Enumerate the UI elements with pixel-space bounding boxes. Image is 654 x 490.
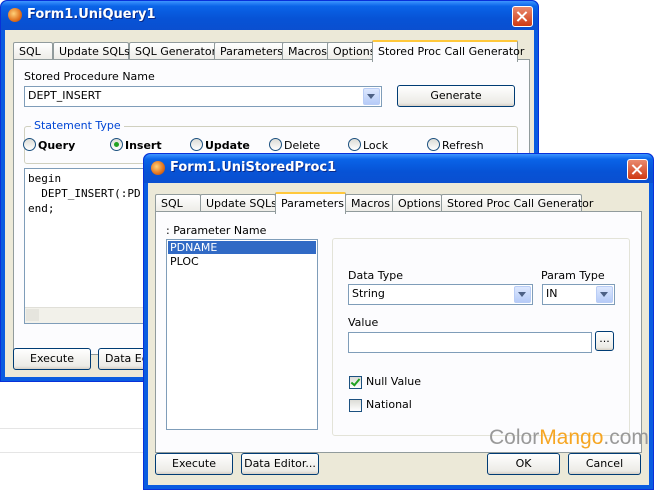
background-line (0, 428, 150, 429)
ok-button[interactable]: OK (487, 453, 560, 475)
window-title: Form1.UniStoredProc1 (170, 160, 337, 175)
value-label: Value (348, 316, 379, 329)
chevron-down-icon[interactable] (514, 286, 531, 303)
radio-update[interactable]: Update (190, 138, 250, 152)
param-type-label: Param Type (541, 269, 605, 282)
stored-procedure-name-combo[interactable]: DEPT_INSERT (24, 86, 382, 107)
tab-stored-proc-call-generator[interactable]: Stored Proc Call Generator (441, 194, 593, 212)
tab-parameters[interactable]: Parameters (275, 192, 346, 214)
data-editor-button[interactable]: Data Editor... (241, 453, 319, 475)
data-type-value: String (352, 287, 385, 300)
unistoredproc-titlebar[interactable]: Form1.UniStoredProc1 (144, 154, 653, 183)
radio-delete-label: Delete (284, 139, 321, 152)
cancel-button[interactable]: Cancel (568, 453, 641, 475)
background-line (0, 452, 150, 453)
radio-delete[interactable]: Delete (269, 138, 320, 152)
radio-lock[interactable]: Lock (348, 138, 388, 152)
uniquery-titlebar[interactable]: Form1.UniQuery1 (1, 1, 538, 30)
tab-update-sqls[interactable]: Update SQLs (200, 194, 277, 212)
tab-options[interactable]: Options (327, 42, 377, 60)
generate-button[interactable]: Generate (397, 85, 515, 107)
statement-type-label: Statement Type (31, 119, 124, 132)
list-item-ploc[interactable]: PLOC (168, 255, 316, 268)
watermark-part-1: Color (489, 426, 540, 449)
radio-query-label: Query (38, 139, 76, 152)
tab-sql[interactable]: SQL (155, 194, 201, 212)
data-type-label: Data Type (348, 269, 404, 282)
sql-memo-line-1: begin (28, 172, 62, 185)
app-icon (8, 8, 22, 22)
colormango-watermark: ColorMango.com (489, 426, 649, 450)
radio-insert[interactable]: Insert (110, 138, 162, 152)
radio-icon (269, 138, 282, 151)
radio-query[interactable]: Query (23, 138, 75, 152)
list-item-pdname[interactable]: PDNAME (168, 241, 316, 254)
execute-button[interactable]: Execute (13, 348, 91, 370)
radio-icon (190, 138, 203, 151)
parameter-properties-group: Data Type String Param Type IN Value ...… (332, 238, 630, 436)
radio-icon (427, 138, 440, 151)
param-type-combo[interactable]: IN (542, 284, 615, 305)
null-value-label: Null Value (366, 375, 422, 388)
stored-procedure-name-value: DEPT_INSERT (28, 89, 102, 102)
tab-sql-generator[interactable]: SQL Generator (129, 42, 216, 60)
close-button[interactable] (627, 159, 648, 180)
value-input[interactable] (348, 332, 592, 353)
tab-parameters[interactable]: Parameters (214, 42, 286, 60)
tab-macros[interactable]: Macros (345, 194, 394, 212)
null-value-checkbox[interactable] (349, 376, 362, 389)
parameter-list[interactable]: PDNAME PLOC (166, 239, 318, 430)
sql-memo-line-2: DEPT_INSERT(:PD (28, 187, 141, 200)
window-title: Form1.UniQuery1 (27, 7, 156, 22)
radio-icon (23, 138, 36, 151)
sql-memo-line-3: end; (28, 202, 55, 215)
close-button[interactable] (512, 6, 533, 27)
radio-refresh[interactable]: Refresh (427, 138, 484, 152)
national-label: National (366, 398, 412, 411)
radio-refresh-label: Refresh (442, 139, 484, 152)
chevron-down-icon[interactable] (596, 286, 613, 303)
tab-sql[interactable]: SQL (13, 42, 53, 60)
radio-update-label: Update (205, 139, 250, 152)
tab-options[interactable]: Options (392, 194, 442, 212)
national-checkbox[interactable] (349, 399, 362, 412)
param-type-value: IN (546, 287, 558, 300)
watermark-part-2: Mango (539, 426, 604, 449)
radio-icon (348, 138, 361, 151)
tab-update-sqls[interactable]: Update SQLs (53, 42, 130, 60)
watermark-part-3: .com (603, 426, 649, 449)
radio-selected-icon (110, 138, 123, 151)
stored-procedure-name-label: Stored Procedure Name (24, 70, 155, 83)
unistoredproc-tabs: SQL Update SQLs Parameters Macros Option… (155, 192, 640, 214)
radio-insert-label: Insert (125, 139, 162, 152)
tab-stored-proc-call-generator[interactable]: Stored Proc Call Generator (372, 40, 524, 62)
parameter-name-header: : Parameter Name (166, 224, 267, 237)
browse-button[interactable]: ... (595, 331, 614, 351)
uniquery-tabs: SQL Update SQLs SQL Generator Parameters… (13, 40, 528, 62)
chevron-down-icon[interactable] (363, 88, 380, 105)
radio-lock-label: Lock (363, 139, 389, 152)
execute-button[interactable]: Execute (155, 453, 233, 475)
scroll-left-icon[interactable] (26, 309, 39, 321)
parameters-tab-panel: : Parameter Name PDNAME PLOC Data Type S… (155, 211, 642, 453)
data-type-combo[interactable]: String (348, 284, 533, 305)
app-icon (151, 161, 165, 175)
tab-macros[interactable]: Macros (282, 42, 331, 60)
